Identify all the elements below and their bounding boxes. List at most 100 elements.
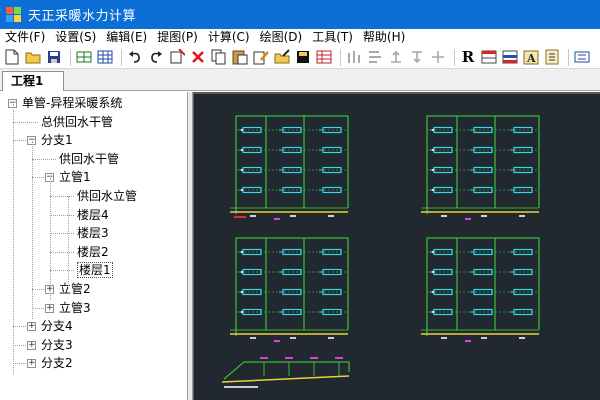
tree-node[interactable]: 立管3 (59, 299, 91, 317)
table-blue-icon[interactable] (501, 48, 519, 66)
floor-marker (431, 188, 435, 192)
tree-node-label: 分支1 (41, 133, 73, 148)
open-folder-icon[interactable] (24, 48, 42, 66)
tree-node[interactable]: 立管2 (59, 280, 91, 298)
tree-node-label: 供回水立管 (77, 189, 138, 203)
undo-icon[interactable] (126, 48, 144, 66)
edit-icon[interactable] (252, 48, 270, 66)
tree-connector (13, 121, 38, 123)
pipe-table-icon[interactable] (75, 48, 93, 66)
expand-icon[interactable]: + (45, 303, 54, 313)
floor-marker (240, 270, 244, 274)
calc-table-icon[interactable] (315, 48, 333, 66)
branch-caption-line (224, 386, 258, 388)
tree-node-label: 分支3 (41, 337, 73, 352)
book-icon[interactable] (543, 48, 561, 66)
floor-marker (431, 128, 435, 132)
tree-node[interactable]: 供回水干管 (59, 150, 119, 168)
new-file-icon[interactable] (3, 48, 21, 66)
folder-edit-icon[interactable] (273, 48, 291, 66)
tree-node-label: 分支4 (41, 319, 73, 334)
supply-pipe (235, 237, 349, 336)
tree-node-label: 楼层2 (77, 244, 109, 259)
title-bar: 天正采暖水力计算 (0, 0, 600, 29)
floor-marker (240, 250, 244, 254)
tree-node-label: 立管2 (59, 282, 91, 296)
pipe-label-tick (328, 215, 334, 217)
menu-tools[interactable]: 工具(T) (307, 29, 358, 46)
highlight-mark (234, 216, 246, 218)
tab-project-1[interactable]: 工程1 (2, 71, 64, 91)
save-disk-icon[interactable] (294, 48, 312, 66)
toolbar-separator (121, 48, 122, 66)
menu-help[interactable]: 帮助(H) (358, 29, 410, 46)
toolbar: R A (0, 46, 600, 69)
tree-node-label: 分支2 (41, 356, 73, 371)
floor-marker (431, 310, 435, 314)
tree-node[interactable]: 分支3 (41, 336, 73, 354)
expand-icon[interactable]: + (27, 322, 36, 332)
tree-guide-line (68, 196, 69, 286)
tree-node[interactable]: 供回水立管 (77, 187, 137, 205)
tree-node[interactable]: 单管-异程采暖系统 (22, 94, 122, 112)
tree-node[interactable]: 分支4 (41, 317, 73, 335)
riser-id-mark (465, 340, 471, 342)
tree-node-label: 单管-异程采暖系统 (22, 96, 123, 110)
table-red-icon[interactable] (480, 48, 498, 66)
redo-icon[interactable] (147, 48, 165, 66)
pipe-label-tick (290, 337, 296, 339)
heating-system-drawing (221, 115, 540, 388)
branch-icon[interactable] (429, 48, 447, 66)
tree-connector (32, 158, 56, 160)
tree-connector (50, 214, 74, 216)
pipe-up-icon[interactable] (387, 48, 405, 66)
menu-edit[interactable]: 编辑(E) (101, 29, 152, 46)
tree-node[interactable]: 立管1 (59, 168, 91, 186)
expand-icon[interactable]: + (27, 340, 36, 350)
toolbar-separator (568, 48, 569, 66)
tree-guide-line (50, 178, 51, 300)
menu-file[interactable]: 文件(F) (0, 29, 50, 46)
tree-guide-line (32, 141, 33, 319)
pipe-down-icon[interactable] (408, 48, 426, 66)
floor-marker (240, 310, 244, 314)
branch-id-mark (310, 357, 318, 359)
delete-icon[interactable] (189, 48, 207, 66)
add-node-icon[interactable] (168, 48, 186, 66)
grid-table-icon[interactable] (96, 48, 114, 66)
bar-left-icon[interactable] (366, 48, 384, 66)
save-icon[interactable] (45, 48, 63, 66)
tree-connector (50, 251, 74, 253)
tree-node[interactable]: 楼层3 (77, 224, 109, 242)
tree-node[interactable]: 分支1 (41, 131, 73, 149)
tree-connector (50, 196, 74, 197)
tree-node[interactable]: 楼层4 (77, 206, 109, 224)
menu-calculate[interactable]: 计算(C) (203, 29, 255, 46)
tree-node[interactable]: 楼层1 (77, 261, 113, 279)
menu-extract[interactable]: 提图(P) (152, 29, 203, 46)
paste-icon[interactable] (231, 48, 249, 66)
R-icon[interactable]: R (459, 48, 477, 66)
tree-node-label: 供回水干管 (59, 151, 120, 166)
pipe-label-tick (250, 337, 256, 339)
svg-text:A: A (526, 52, 536, 65)
supply-pipe (235, 115, 349, 214)
floor-marker (240, 168, 244, 172)
menu-bar: 文件(F) 设置(S) 编辑(E) 提图(P) 计算(C) 绘图(D) 工具(T) 帮助(H) (0, 29, 600, 46)
bar-up-icon[interactable] (345, 48, 363, 66)
more-icon[interactable] (573, 48, 591, 66)
toolbar-separator (454, 48, 455, 66)
tree-node[interactable]: 分支2 (41, 354, 73, 372)
menu-draw[interactable]: 绘图(D) (255, 29, 308, 46)
menu-settings[interactable]: 设置(S) (50, 29, 101, 46)
pipe-label-tick (519, 337, 525, 339)
tree-node[interactable]: 总供回水干管 (41, 113, 113, 131)
pipe-label-tick (441, 215, 447, 217)
text-font-icon[interactable]: A (522, 48, 540, 66)
expand-icon[interactable]: + (27, 359, 36, 369)
floor-marker (240, 188, 244, 192)
copy-icon[interactable] (210, 48, 228, 66)
tree-node[interactable]: 楼层2 (77, 243, 109, 261)
drawing-canvas[interactable] (193, 92, 600, 400)
branch-id-mark (335, 357, 343, 359)
